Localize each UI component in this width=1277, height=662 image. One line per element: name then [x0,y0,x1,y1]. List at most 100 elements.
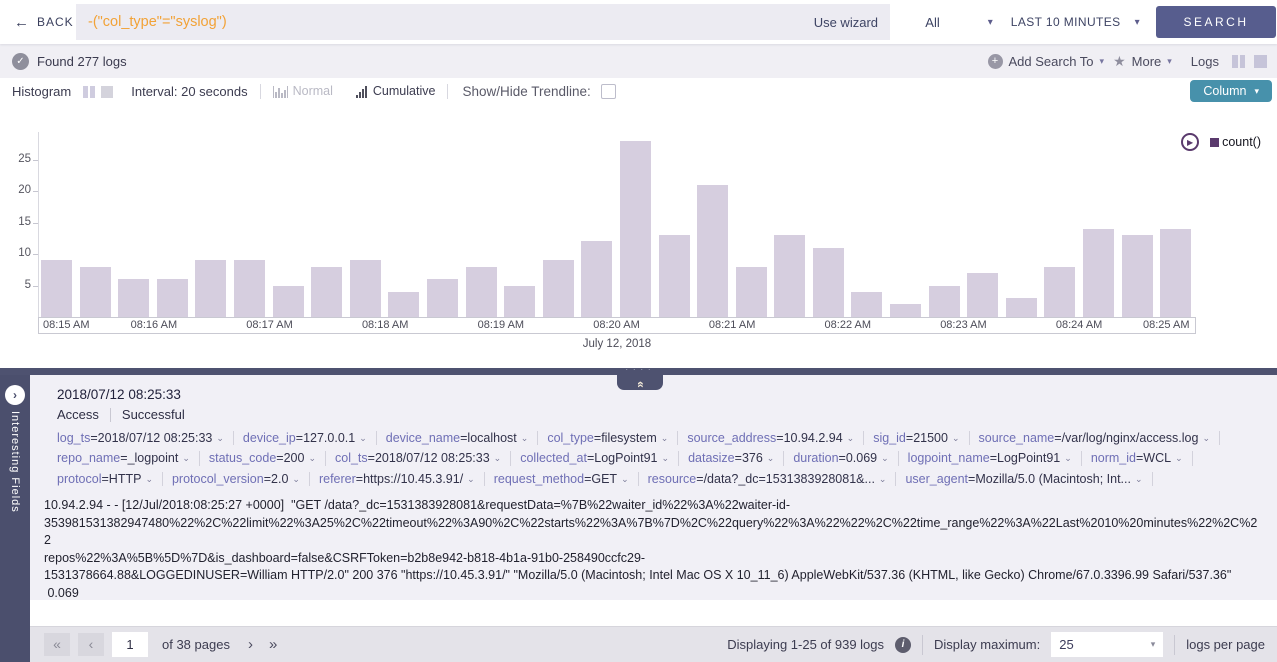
histogram-bar[interactable] [1160,229,1191,317]
last-page-button[interactable]: » [265,636,281,653]
field-tag-norm_id[interactable]: norm_id=WCL⌄ [1091,451,1193,465]
field-tag-logpoint_name[interactable]: logpoint_name=LogPoint91⌄ [908,451,1082,465]
field-tag-datasize[interactable]: datasize=376⌄ [688,451,784,465]
cumulative-mode-toggle[interactable]: Cumulative [355,85,436,99]
field-tag-log_ts[interactable]: log_ts=2018/07/12 08:25:33⌄ [57,431,234,445]
field-tag-source_address[interactable]: source_address=10.94.2.94⌄ [687,431,864,445]
first-page-button[interactable]: « [44,633,70,656]
histogram-bar[interactable] [157,279,188,317]
trendline-checkbox[interactable] [601,84,616,99]
histogram-bar[interactable] [118,279,149,317]
search-query-text[interactable]: -("col_type"="syslog") [88,14,814,30]
field-tag-protocol[interactable]: protocol=HTTP⌄ [57,472,163,486]
histogram-bar[interactable] [659,235,690,317]
chart-type-column-button[interactable]: Column ▾ [1190,80,1272,102]
field-tag-col_type[interactable]: col_type=filesystem⌄ [547,431,678,445]
search-input[interactable]: -("col_type"="syslog") Use wizard [76,4,890,40]
page-number-input[interactable] [112,632,148,657]
field-tag-request_method[interactable]: request_method=GET⌄ [494,472,639,486]
histogram-bar[interactable] [774,235,805,317]
histogram-bar[interactable] [1006,298,1037,317]
histogram-bar[interactable] [311,267,342,317]
x-axis-strip: 08:15 AM08:16 AM08:17 AM08:18 AM08:19 AM… [38,317,1196,334]
histogram-bar[interactable] [80,267,111,317]
field-tag-referer[interactable]: referer=https://10.45.3.91/⌄ [319,472,485,486]
histogram-bar[interactable] [813,248,844,317]
histogram-bar[interactable] [1044,267,1075,317]
collapse-histogram-button[interactable]: « [617,375,663,390]
separator [110,408,111,422]
histogram-bar[interactable] [929,286,960,318]
logs-split-view-icon[interactable] [1232,55,1245,68]
histogram-bar[interactable] [195,260,226,317]
field-tag-col_ts[interactable]: col_ts=2018/07/12 08:25:33⌄ [335,451,511,465]
x-axis-label: 08:21 AM [709,319,755,331]
histogram-bar[interactable] [736,267,767,317]
info-icon[interactable]: i [895,637,911,653]
y-axis-tick [33,286,38,287]
chevron-down-icon: ⌄ [216,433,224,443]
chevron-down-icon: ⌄ [1175,453,1183,463]
logs-view-label: Logs [1191,54,1219,69]
logs-full-view-icon[interactable] [1254,55,1267,68]
repo-scope-dropdown[interactable]: All ▾ [925,15,992,30]
prev-page-button[interactable]: ‹ [78,633,104,656]
use-wizard-link[interactable]: Use wizard [814,15,878,30]
normal-mode-toggle[interactable]: Normal [273,85,333,99]
histogram-bar[interactable] [890,304,921,317]
sidebar-expand-icon[interactable]: › [5,385,25,405]
display-maximum-select[interactable]: 25 ▾ [1051,632,1163,657]
displaying-range-label: Displaying 1-25 of 939 logs [727,637,884,652]
histogram-bar[interactable] [1122,235,1153,317]
histogram-bar[interactable] [543,260,574,317]
separator [260,84,261,99]
y-axis-tick [33,191,38,192]
play-circle-icon[interactable]: ▶ [1181,133,1199,151]
chevron-down-icon: ▾ [988,17,993,28]
histogram-bar[interactable] [1083,229,1114,317]
field-tag-sig_id[interactable]: sig_id=21500⌄ [873,431,969,445]
field-tag-duration[interactable]: duration=0.069⌄ [793,451,898,465]
interesting-fields-sidebar[interactable]: › Interesting Fields [0,375,30,662]
field-tag-source_name[interactable]: source_name=/var/log/nginx/access.log⌄ [979,431,1221,445]
pagination-bar: « ‹ of 38 pages › » Displaying 1-25 of 9… [30,626,1277,662]
histogram-bar[interactable] [697,185,728,317]
legend-series-label: count() [1222,135,1261,149]
add-search-to-dropdown[interactable]: + Add Search To ▾ [988,54,1105,69]
field-tag-device_name[interactable]: device_name=localhost⌄ [386,431,539,445]
histogram-bar[interactable] [967,273,998,317]
field-tag-protocol_version[interactable]: protocol_version=2.0⌄ [172,472,310,486]
field-tag-repo_name[interactable]: repo_name=_logpoint⌄ [57,451,200,465]
chevron-down-icon: ⌄ [881,453,889,463]
histogram-split-view-icon[interactable] [83,86,95,98]
search-button[interactable]: SEARCH [1156,6,1276,38]
histogram-bar[interactable] [851,292,882,317]
y-axis-label: 10 [0,247,31,259]
histogram-bar[interactable] [427,279,458,317]
histogram-bar[interactable] [234,260,265,317]
time-range-dropdown[interactable]: LAST 10 MINUTES ▾ [1011,15,1140,29]
histogram-bar[interactable] [388,292,419,317]
field-tags: log_ts=2018/07/12 08:25:33⌄ device_ip=127… [57,431,1263,486]
drag-handle-dots-icon[interactable]: · · · · [0,364,1277,374]
histogram-bar[interactable] [350,260,381,317]
field-tag-collected_at[interactable]: collected_at=LogPoint91⌄ [520,451,679,465]
histogram-bar[interactable] [581,241,612,317]
histogram-bar[interactable] [620,141,651,317]
bar-chart-icon [273,86,288,98]
field-tag-user_agent[interactable]: user_agent=Mozilla/5.0 (Macintosh; Int..… [905,472,1152,486]
field-tag-status_code[interactable]: status_code=200⌄ [209,451,326,465]
field-tag-device_ip[interactable]: device_ip=127.0.0.1⌄ [243,431,377,445]
panel-divider: · · · · « [0,368,1277,375]
more-dropdown[interactable]: ★ More ▾ [1113,53,1172,70]
back-button[interactable]: ← BACK [0,15,76,30]
double-chevron-up-icon: « [634,381,647,388]
histogram-bar[interactable] [504,286,535,318]
histogram-bar[interactable] [466,267,497,317]
next-page-button[interactable]: › [244,636,257,653]
histogram-full-view-icon[interactable] [101,86,113,98]
chevron-down-icon: ⌄ [767,453,775,463]
field-tag-resource[interactable]: resource=/data?_dc=1531383928081&...⌄ [648,472,897,486]
histogram-bar[interactable] [273,286,304,318]
histogram-bar[interactable] [41,260,72,317]
